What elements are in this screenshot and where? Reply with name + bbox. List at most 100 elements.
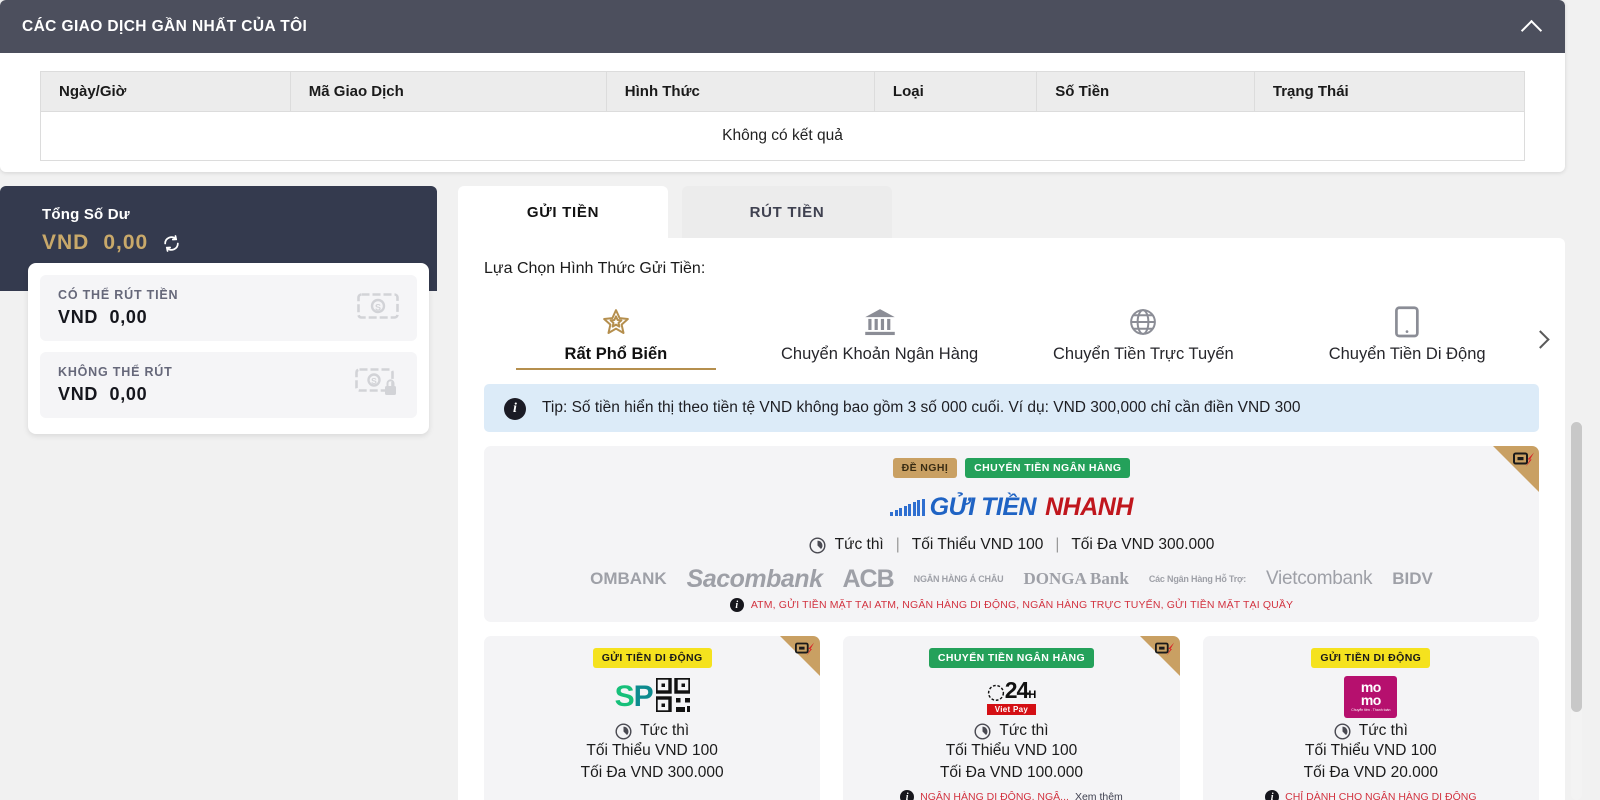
card-badge: GỬI TIỀN DI ĐỘNG: [592, 648, 712, 669]
method-tab-mobile-transfer-label: Chuyển Tiền Di Động: [1328, 345, 1486, 363]
balance-card: Tổng Số Dư VND 0,00 CÓ THỂ RÚT TIỀN VND: [0, 186, 437, 434]
logo-bars-icon: [890, 498, 925, 516]
deposit-panel: GỬI TIỀN RÚT TIỀN Lựa Chọn Hình Thức Gửi…: [458, 186, 1565, 800]
total-balance-amount: 0,00: [103, 231, 149, 254]
bank-logo-sacombank: Sacombank: [686, 566, 823, 593]
cash-lock-icon: S: [355, 367, 399, 403]
clock-icon: [615, 722, 632, 740]
deposit-body: Lựa Chọn Hình Thức Gửi Tiền: Rất Phổ Biế…: [458, 238, 1565, 800]
column-header-amount: Số Tiền: [1036, 71, 1255, 112]
featured-deposit-card[interactable]: ĐỀ NGHỊ CHUYỂN TIỀN NGÂN HÀNG GỬI TIỀN N…: [484, 446, 1539, 623]
deposit-method-cards: GỬI TIỀN DI ĐỘNG S P Tức thì Tối Thiểu V…: [484, 636, 1539, 800]
method-tab-popular-label: Rất Phổ Biến: [564, 345, 668, 363]
featured-note-text: ATM, GỬI TIỀN MẶT TẠI ATM, NGÂN HÀNG DI …: [750, 599, 1294, 612]
tip-banner: i Tip: Số tiền hiển thị theo tiền tệ VND…: [484, 384, 1539, 433]
deposit-card-sp[interactable]: GỬI TIỀN DI ĐỘNG S P Tức thì Tối Thiểu V…: [484, 636, 821, 800]
featured-sep-1: |: [895, 536, 900, 554]
chevron-right-icon[interactable]: [1531, 330, 1549, 348]
clock-icon: [1334, 722, 1351, 740]
clock-icon: [974, 722, 991, 740]
bank-logo-bidv: BIDV: [1392, 569, 1433, 589]
featured-logo-primary: GỬI TIỀN: [929, 492, 1037, 521]
card-speed: Tức thì: [1358, 722, 1408, 740]
refresh-icon[interactable]: [162, 234, 181, 253]
info-icon: i: [504, 398, 526, 420]
method-tab-bank-transfer-label: Chuyển Khoản Ngân Hàng: [781, 345, 979, 363]
bank-icon: [864, 305, 896, 339]
method-tab-popular[interactable]: Rất Phổ Biến: [484, 305, 748, 370]
card-note: i NGÂN HÀNG DI ĐỘNG, NGÂ... Xem thêm: [853, 790, 1169, 800]
svg-text:S: S: [375, 302, 381, 312]
featured-speed: Tức thì: [834, 536, 884, 554]
card-max: Tối Đa VND 20.000: [1303, 764, 1439, 782]
card-max: Tối Đa VND 300.000: [580, 764, 724, 782]
card-min: Tối Thiểu VND 100: [945, 742, 1078, 760]
empty-results-text: Không có kết quả: [40, 111, 1525, 161]
vietpay-24h-logo: 24H Viet Pay: [853, 676, 1169, 718]
globe-icon: [1128, 305, 1158, 339]
column-header-status: Trạng Thái: [1253, 71, 1526, 112]
featured-meta: Tức thì | Tối Thiểu VND 100 | Tối Đa VND…: [484, 536, 1539, 554]
method-tab-online-transfer-label: Chuyển Tiền Trực Tuyến: [1053, 345, 1234, 363]
info-icon-small: i: [1265, 790, 1280, 800]
deposit-card-momo[interactable]: GỬI TIỀN DI ĐỘNG mo mo Chuyển tiền . Tha…: [1202, 636, 1539, 800]
deposit-card-vietpay[interactable]: CHUYỂN TIỀN NGÂN HÀNG 24H Viet Pay Tức t…: [843, 636, 1180, 800]
non-withdrawable-value: VND 0,00: [58, 384, 173, 405]
cash-icon: S: [357, 292, 399, 324]
sp-logo-s: S: [614, 680, 635, 714]
featured-logo: GỬI TIỀN NHANH: [484, 492, 1539, 522]
info-icon-small: i: [900, 790, 915, 800]
card-meta: Tức thì: [853, 722, 1169, 740]
choose-method-label: Lựa Chọn Hình Thức Gửi Tiền:: [484, 260, 706, 277]
table-empty-row: Không có kết quả: [40, 111, 1525, 161]
non-withdrawable-currency: VND: [58, 384, 99, 404]
transactions-table: Ngày/Giờ Mã Giao Dịch Hình Thức Loại Số …: [40, 71, 1526, 161]
card-meta: Tức thì: [494, 722, 810, 740]
promo-ribbon-icon: [794, 641, 816, 657]
supported-banks-label: Các Ngân Hàng Hỗ Trợ:: [1148, 574, 1247, 585]
card-note: i CHỈ DÀNH CHO NGÂN HÀNG DI ĐỘNG: [1213, 790, 1529, 800]
momo-logo-line2: mo: [1360, 691, 1382, 708]
clock-icon: [809, 536, 826, 554]
bank-logo-acb-sub: NGÂN HÀNG Á CHÂU: [913, 574, 1004, 585]
vietpay-logo-num: 24: [1004, 677, 1030, 704]
tab-withdraw[interactable]: RÚT TIỀN: [682, 186, 892, 238]
bank-logo-acb: ACB: [842, 566, 894, 593]
column-header-method: Hình Thức: [605, 71, 875, 112]
non-withdrawable-amount: 0,00: [109, 384, 148, 404]
card-note-text: NGÂN HÀNG DI ĐỘNG, NGÂ...: [920, 791, 1069, 800]
card-meta: Tức thì: [1213, 722, 1529, 740]
deposit-method-tabs: Rất Phổ Biến Chuyển Khoản Ngân Hàng Chuy…: [484, 298, 1539, 370]
column-header-txn-id: Mã Giao Dịch: [289, 71, 607, 112]
withdrawable-value: VND 0,00: [58, 307, 178, 328]
card-note-more[interactable]: Xem thêm: [1075, 791, 1123, 800]
svg-text:S: S: [371, 376, 377, 386]
card-speed: Tức thì: [999, 722, 1049, 740]
sub-balances: CÓ THỂ RÚT TIỀN VND 0,00 S KHÔNG THỂ RÚT…: [28, 263, 429, 434]
tab-deposit-label: GỬI TIỀN: [526, 203, 600, 221]
chevron-up-icon[interactable]: [1521, 16, 1543, 38]
column-header-type: Loại: [873, 71, 1038, 112]
tab-deposit[interactable]: GỬI TIỀN: [458, 186, 668, 238]
promo-ribbon-icon: [1513, 451, 1535, 467]
card-min: Tối Thiểu VND 100: [1305, 742, 1437, 760]
method-tab-online-transfer[interactable]: Chuyển Tiền Trực Tuyến: [1012, 305, 1276, 370]
bank-logo-dongabank: DONGA Bank: [1023, 569, 1129, 589]
page-scrollbar-thumb[interactable]: [1571, 422, 1582, 712]
recent-transactions-body: Ngày/Giờ Mã Giao Dịch Hình Thức Loại Số …: [0, 53, 1565, 161]
info-icon-small: i: [729, 598, 744, 613]
total-balance-currency: VND: [42, 231, 90, 254]
momo-logo-sub: Chuyển tiền . Thanh toán: [1351, 708, 1391, 713]
method-tab-mobile-transfer[interactable]: Chuyển Tiền Di Động: [1275, 305, 1539, 370]
withdrawable-currency: VND: [58, 307, 99, 327]
star-icon: [601, 305, 631, 339]
total-balance-label: Tổng Số Dư: [42, 206, 130, 223]
withdrawable-amount: 0,00: [109, 307, 148, 327]
promo-ribbon-icon: [1154, 641, 1176, 657]
supported-banks-strip: OMBANK Sacombank ACB NGÂN HÀNG Á CHÂU DO…: [484, 566, 1539, 592]
withdrawable-label: CÓ THỂ RÚT TIỀN: [58, 288, 179, 302]
method-tab-bank-transfer[interactable]: Chuyển Khoản Ngân Hàng: [748, 305, 1012, 370]
featured-note: i ATM, GỬI TIỀN MẶT TẠI ATM, NGÂN HÀNG D…: [484, 598, 1539, 613]
featured-badges: ĐỀ NGHỊ CHUYỂN TIỀN NGÂN HÀNG: [484, 458, 1539, 479]
card-badge: CHUYỂN TIỀN NGÂN HÀNG: [928, 648, 1095, 669]
